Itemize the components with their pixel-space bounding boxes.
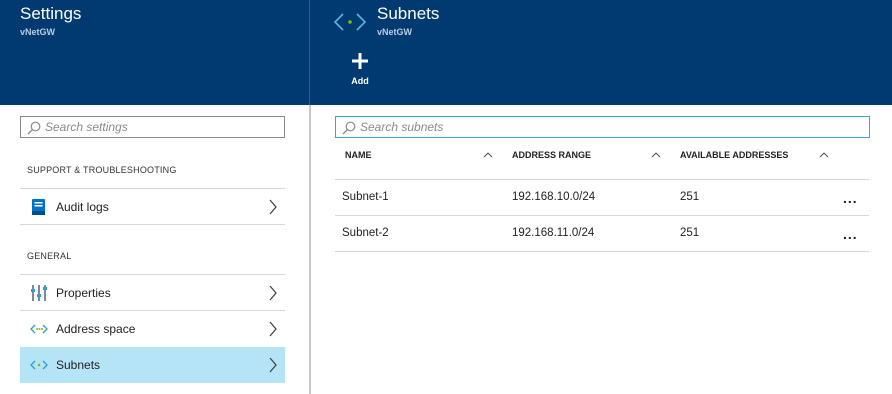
cell-address-range: 192.168.10.0/24	[512, 191, 596, 203]
subnets-search-input[interactable]	[360, 119, 860, 135]
menu-item-audit-logs[interactable]: Audit logs	[20, 189, 285, 225]
menu-item-subnets[interactable]: Subnets	[20, 347, 285, 383]
blade-header: Settings vNetGW Subnets vNetGW Add	[0, 0, 892, 105]
subnets-icon	[333, 13, 367, 31]
table-row[interactable]	[335, 180, 869, 216]
header-divider	[309, 0, 310, 105]
settings-title: Settings	[20, 4, 82, 23]
menu-item-label: Audit logs	[56, 200, 109, 214]
column-header-address-range[interactable]: ADDRESS RANGE	[512, 150, 591, 160]
menu-item-properties[interactable]: Properties	[20, 275, 285, 311]
subnets-icon	[30, 360, 48, 370]
audit-log-icon	[32, 199, 45, 215]
chevron-right-icon	[269, 199, 277, 215]
chevron-right-icon	[269, 357, 277, 373]
blade-divider	[309, 105, 311, 394]
settings-search-box	[20, 116, 285, 138]
sort-icon[interactable]	[483, 152, 493, 158]
more-options-button[interactable]: ...	[843, 190, 858, 206]
subnets-subtitle: vNetGW	[377, 27, 413, 37]
cell-available: 251	[680, 227, 700, 239]
add-label: Add	[351, 76, 369, 86]
table-row[interactable]	[335, 216, 869, 252]
cell-name: Subnet-1	[342, 191, 389, 203]
section-label-support: SUPPORT & TROUBLESHOOTING	[27, 165, 177, 175]
menu-item-label: Address space	[56, 322, 136, 336]
properties-icon	[31, 285, 47, 301]
column-header-available-addresses[interactable]: AVAILABLE ADDRESSES	[680, 150, 788, 160]
add-button[interactable]: Add	[345, 50, 375, 90]
section-label-general: GENERAL	[27, 251, 72, 261]
sort-icon[interactable]	[651, 152, 661, 158]
divider	[20, 224, 285, 225]
more-options-button[interactable]: ...	[843, 226, 858, 242]
cell-address-range: 192.168.11.0/24	[512, 227, 595, 239]
cell-available: 251	[680, 191, 700, 203]
search-icon	[27, 121, 41, 135]
sort-icon[interactable]	[819, 152, 829, 158]
address-space-icon	[30, 324, 48, 334]
divider	[335, 251, 869, 252]
settings-header: Settings vNetGW	[0, 0, 309, 105]
menu-item-label: Subnets	[56, 358, 101, 372]
column-header-name[interactable]: NAME	[345, 150, 372, 160]
menu-item-address-space[interactable]: Address space	[20, 311, 285, 347]
cell-name: Subnet-2	[342, 227, 389, 239]
chevron-right-icon	[269, 285, 277, 301]
chevron-right-icon	[269, 321, 277, 337]
menu-item-label: Properties	[56, 286, 111, 300]
settings-search-input[interactable]	[45, 119, 280, 135]
subnets-search-box	[335, 116, 870, 138]
settings-subtitle: vNetGW	[20, 27, 56, 37]
search-icon	[342, 121, 356, 135]
subnets-title: Subnets	[377, 4, 440, 23]
plus-icon	[352, 53, 368, 69]
